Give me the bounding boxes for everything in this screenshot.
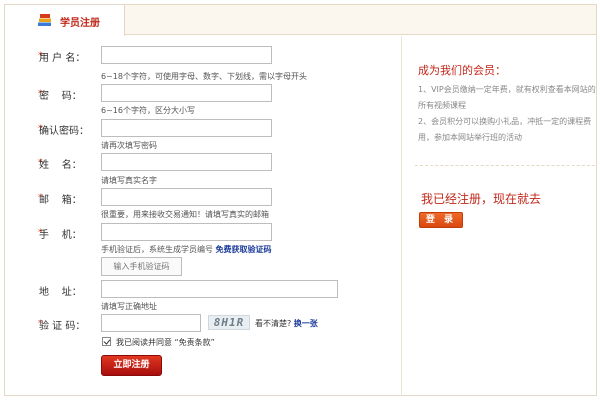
captcha-row: * 验 证 码： bbox=[5, 314, 401, 334]
sms-code-input[interactable] bbox=[101, 257, 182, 276]
username-row: * 用 户 名： bbox=[5, 46, 401, 66]
sidebar-divider bbox=[415, 165, 595, 166]
tab-bar: 学员注册 bbox=[5, 5, 596, 36]
confirm-password-label: 确认密码： bbox=[39, 126, 89, 137]
books-icon bbox=[38, 14, 51, 26]
tab-student-register[interactable]: 学员注册 bbox=[5, 5, 125, 36]
password-input[interactable] bbox=[101, 84, 272, 102]
captcha-input[interactable] bbox=[101, 314, 201, 332]
registration-panel: 学员注册 * 用 户 名： 6~18个字符，可使用字母、数字、下划线，需以字母开… bbox=[4, 4, 597, 396]
agree-label: 我已阅读并同意 “免责条款” bbox=[116, 338, 215, 347]
benefit-item: 2、会员积分可以换购小礼品，冲抵一定的课程费用，参加本网站举行班的活动 bbox=[418, 117, 592, 142]
page-title: 学员注册 bbox=[60, 18, 100, 29]
username-hint: 6~18个字符，可使用字母、数字、下划线，需以字母开头 bbox=[101, 72, 307, 81]
agree-checkbox[interactable] bbox=[102, 337, 111, 346]
captcha-question: 看不清楚? bbox=[255, 319, 292, 328]
confirm-password-row: * 确认密码： bbox=[5, 119, 401, 139]
name-hint: 请填写真实名字 bbox=[101, 176, 157, 185]
email-input[interactable] bbox=[101, 188, 272, 206]
address-hint: 请填写正确地址 bbox=[101, 302, 157, 311]
password-hint: 6~16个字符，区分大小写 bbox=[101, 106, 195, 115]
name-row: * 姓 名： bbox=[5, 153, 401, 173]
name-label: 姓 名： bbox=[39, 160, 82, 171]
confirm-password-input[interactable] bbox=[101, 119, 272, 137]
address-label: 地 址： bbox=[39, 287, 82, 298]
get-sms-code-link[interactable]: 免费获取验证码 bbox=[216, 245, 272, 254]
login-button[interactable]: 登 录 bbox=[419, 212, 463, 228]
mobile-hint: 手机验证后，系统生成学员编号 免费获取验证码 bbox=[101, 244, 272, 255]
already-registered-text: 我已经注册，现在就去 bbox=[421, 192, 542, 206]
email-label: 邮 箱： bbox=[39, 195, 82, 206]
member-benefits-title: 成为我们的会员： bbox=[418, 64, 506, 77]
captcha-image[interactable]: 8H1R bbox=[208, 315, 250, 330]
captcha-refresh: 看不清楚? 换一张 bbox=[255, 318, 318, 329]
captcha-label: 验 证 码： bbox=[39, 321, 86, 332]
password-label: 密 码： bbox=[39, 91, 82, 102]
mobile-row: * 手 机： bbox=[5, 223, 401, 243]
register-button[interactable]: 立即注册 bbox=[101, 355, 162, 376]
username-input[interactable] bbox=[101, 46, 272, 64]
address-row: 地 址： bbox=[5, 280, 401, 300]
mobile-label: 手 机： bbox=[39, 230, 82, 241]
benefit-item: 1、VIP会员缴纳一定年费，就有权利查看本网站的所有视频课程 bbox=[418, 85, 596, 110]
username-label: 用 户 名： bbox=[39, 53, 86, 64]
column-divider bbox=[401, 36, 402, 396]
email-row: * 邮 箱： bbox=[5, 188, 401, 208]
email-hint: 很重要，用来接收交易通知！请填写真实的邮箱 bbox=[101, 210, 269, 219]
confirm-password-hint: 请再次填写密码 bbox=[101, 141, 157, 150]
member-benefits-list: 1、VIP会员缴纳一定年费，就有权利查看本网站的所有视频课程 2、会员积分可以换… bbox=[418, 82, 596, 146]
address-input[interactable] bbox=[101, 280, 338, 298]
name-input[interactable] bbox=[101, 153, 272, 171]
mobile-input[interactable] bbox=[101, 223, 272, 241]
mobile-hint-text: 手机验证后，系统生成学员编号 bbox=[101, 245, 213, 254]
password-row: * 密 码： bbox=[5, 84, 401, 104]
captcha-refresh-link[interactable]: 换一张 bbox=[294, 319, 318, 328]
